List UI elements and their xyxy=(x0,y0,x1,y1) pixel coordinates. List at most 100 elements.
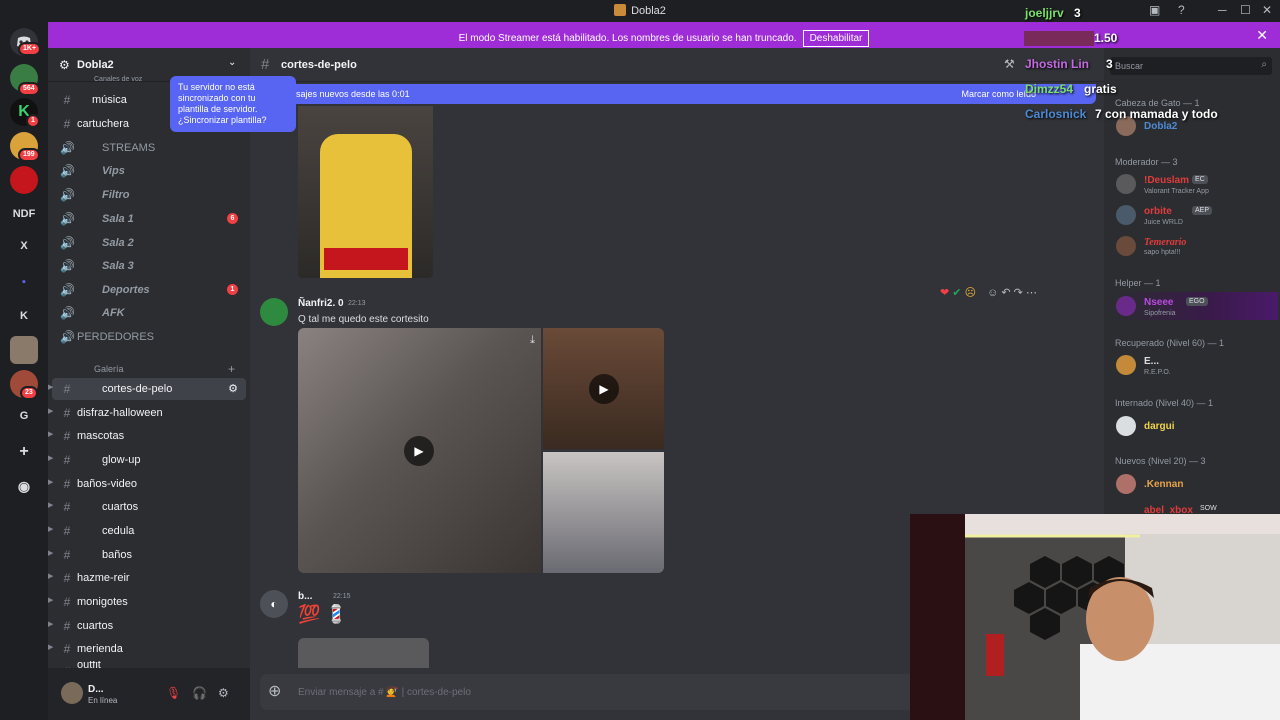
channel-banos-video[interactable]: ▶ # baños-video xyxy=(48,473,246,495)
category-voice[interactable]: Canales de voz xyxy=(94,76,142,83)
member-name[interactable]: orbite xyxy=(1144,206,1172,217)
voice-deportes[interactable]: 🔊 Deportes 1 xyxy=(52,279,246,301)
channel-merienda[interactable]: ▶ # merienda xyxy=(48,638,246,660)
dm-badge: 1K+ xyxy=(18,42,42,56)
channel-settings-icon[interactable]: ⚙ xyxy=(228,382,238,395)
overlay-value: gratis xyxy=(1084,82,1117,96)
speaker-icon: 🔊 xyxy=(60,283,75,297)
voice-afk[interactable]: 🔊 AFK xyxy=(52,302,246,324)
user-settings-icon[interactable]: ⚙ xyxy=(218,686,229,700)
server-x[interactable]: X xyxy=(10,232,38,260)
avatar[interactable] xyxy=(1116,236,1136,256)
voice-vips[interactable]: 🔊 Vips xyxy=(52,160,246,182)
play-icon[interactable]: ▶ xyxy=(589,374,619,404)
member-name[interactable]: E... xyxy=(1144,356,1159,367)
message-text: Q tal me quedo este cortesito xyxy=(298,314,429,325)
voice-sala-2[interactable]: 🔊 Sala 2 xyxy=(52,232,246,254)
hash-icon: # xyxy=(63,406,71,420)
server-name: Dobla2 xyxy=(77,59,114,71)
avatar[interactable]: ◐ xyxy=(260,590,288,618)
image-attachment[interactable] xyxy=(298,638,429,668)
overlay-name: joeljjrv xyxy=(1025,6,1064,20)
message-emoji: 💯 💈 xyxy=(298,604,348,624)
server-settings-icon: ⚙ xyxy=(59,58,70,72)
voice-perdedores[interactable]: 🔊 PERDEDORES xyxy=(52,326,246,348)
server-folder-icon[interactable]: ▪ xyxy=(10,268,38,296)
voice-sala-3[interactable]: 🔊 Sala 3 xyxy=(52,255,246,277)
channel-mascotas[interactable]: ▶ # mascotas xyxy=(48,425,246,447)
member-activity: Valorant Tracker App xyxy=(1144,188,1209,195)
voice-filtro[interactable]: 🔊 Filtro xyxy=(52,184,246,206)
face-reaction-icon[interactable]: ☹ xyxy=(965,287,976,299)
avatar[interactable] xyxy=(1116,174,1136,194)
headphones-deafened-icon[interactable]: 🎧 xyxy=(192,686,207,700)
avatar[interactable] xyxy=(61,682,83,704)
avatar[interactable] xyxy=(260,298,288,326)
mic-muted-icon[interactable]: 🎙 xyxy=(166,686,181,700)
download-icon[interactable]: ⤓ xyxy=(530,334,535,347)
channel-cuartos[interactable]: ▶ # cuartos xyxy=(48,496,246,518)
member-name[interactable]: Nseee xyxy=(1144,297,1173,308)
add-channel-icon[interactable]: + xyxy=(228,362,235,376)
message-input[interactable]: Enviar mensaje a # 💇 | cortes-de-pelo xyxy=(298,687,471,698)
member-group-title: Moderador — 3 xyxy=(1115,157,1178,167)
channel-outfit[interactable]: #outfit xyxy=(52,661,246,668)
server-k[interactable]: K xyxy=(10,302,38,330)
avatar[interactable] xyxy=(1116,474,1136,494)
channel-banos[interactable]: ▶ # baños xyxy=(48,544,246,566)
add-attachment-icon[interactable]: ⊕ xyxy=(268,681,281,701)
channel-disfraz-halloween[interactable]: ▶ # disfraz-halloween xyxy=(48,402,246,424)
chevron-down-icon: ⌄ xyxy=(228,57,237,68)
play-icon[interactable]: ▶ xyxy=(404,436,434,466)
server-icon-spiderman[interactable] xyxy=(10,166,38,194)
member-name[interactable]: !Deuslam xyxy=(1144,175,1189,186)
video-attachment-2[interactable]: ▶ xyxy=(543,328,664,449)
overlay-value: 3 xyxy=(1106,57,1113,71)
avatar[interactable] xyxy=(1116,355,1136,375)
new-messages-bar[interactable]: sajes nuevos desde las 0:01 Marcar como … xyxy=(256,84,1096,104)
channel-glow-up[interactable]: ▶ # glow-up xyxy=(48,449,246,471)
channel-monigotes[interactable]: ▶ # monigotes xyxy=(48,591,246,613)
server-ndf[interactable]: NDF xyxy=(10,200,38,228)
speaker-icon: 🔊 xyxy=(60,141,75,155)
more-options-icon[interactable]: ⋯ xyxy=(1026,287,1037,299)
channel-sidebar: ⚙ Dobla2 ⌄ Canales de voz # música # cartu… xyxy=(48,48,250,720)
photo-attachment-haircut[interactable] xyxy=(543,452,664,573)
message-author[interactable]: b... xyxy=(298,591,312,602)
message-author[interactable]: Ñanfri2. 0 xyxy=(298,298,344,309)
heart-reaction-icon[interactable]: ❤ xyxy=(940,287,949,299)
channel-hazme-reir[interactable]: ▶ # hazme-reir xyxy=(48,567,246,589)
channel-cedula[interactable]: ▶ # cedula xyxy=(48,520,246,542)
voice-streams[interactable]: 🔊 STREAMS xyxy=(52,137,246,159)
add-server-icon[interactable]: + xyxy=(10,438,38,466)
channel-cuartos-2[interactable]: ▶ # cuartos xyxy=(48,615,246,637)
add-reaction-icon[interactable]: ☺ xyxy=(987,287,998,299)
video-attachment-1[interactable]: ▶ ⤓ xyxy=(298,328,541,573)
avatar[interactable] xyxy=(1116,416,1136,436)
member-name[interactable]: dargui xyxy=(1144,421,1175,432)
hash-icon: # xyxy=(63,500,71,514)
reply-icon[interactable]: ↶ xyxy=(1001,287,1010,299)
disable-streamer-button[interactable]: Deshabilitar xyxy=(802,30,870,47)
member-name[interactable]: Temerario xyxy=(1144,237,1186,248)
category-gallery[interactable]: Galería xyxy=(94,364,124,374)
discover-icon[interactable]: ◉ xyxy=(10,472,38,500)
check-reaction-icon[interactable]: ✔ xyxy=(952,287,961,299)
member-group-title: Nuevos (Nivel 20) — 3 xyxy=(1115,456,1206,466)
template-sync-tooltip[interactable]: Tu servidor no está sincronizado con tu … xyxy=(170,76,296,132)
server-icon-6[interactable] xyxy=(10,336,38,364)
member-name[interactable]: .Kennan xyxy=(1144,479,1183,490)
unread-arrow-icon: ▶ xyxy=(48,384,54,391)
channel-cortes-de-pelo[interactable]: ▶ # cortes-de-pelo ⚙ xyxy=(48,378,246,400)
speaker-icon: 🔊 xyxy=(60,188,75,202)
voice-sala-1[interactable]: 🔊 Sala 16 xyxy=(52,208,246,230)
server-g[interactable]: G xyxy=(10,402,38,430)
avatar[interactable] xyxy=(1116,205,1136,225)
hash-icon: # xyxy=(63,595,71,609)
banner-close-icon[interactable]: ✕ xyxy=(1256,27,1268,44)
forward-icon[interactable]: ↷ xyxy=(1014,287,1023,299)
avatar[interactable] xyxy=(1116,296,1136,316)
threads-icon[interactable]: ⚒ xyxy=(1004,57,1015,71)
close-window-button[interactable]: ✕ xyxy=(1262,3,1272,17)
shirt-photo-image[interactable] xyxy=(298,106,433,278)
